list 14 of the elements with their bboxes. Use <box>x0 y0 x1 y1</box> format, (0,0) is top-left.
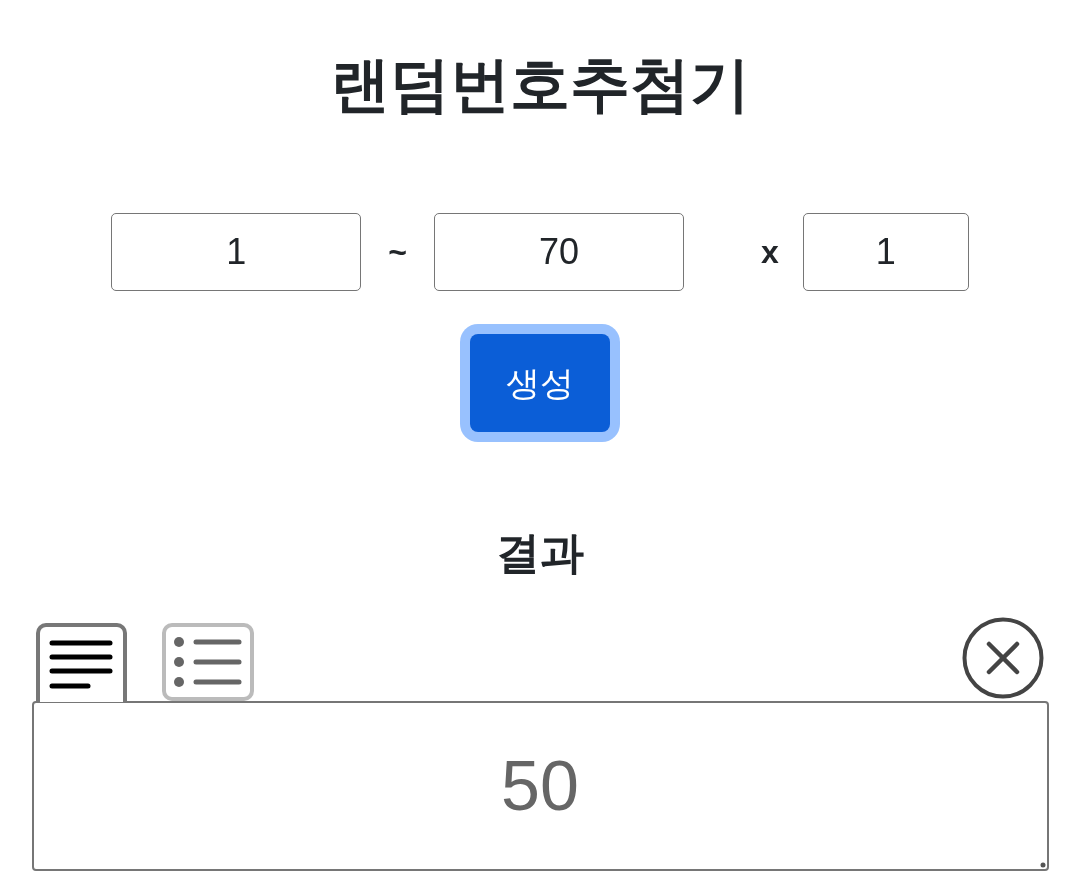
page-title: 랜덤번호추첨기 <box>330 50 750 120</box>
range-separator: ~ <box>388 236 407 268</box>
list-view-tab[interactable] <box>161 623 254 701</box>
count-input[interactable]: 1 <box>802 213 969 291</box>
bullet-list-icon <box>173 637 242 687</box>
clear-button[interactable] <box>961 617 1044 699</box>
close-circle-icon <box>961 617 1044 699</box>
resize-handle-icon <box>1039 862 1046 868</box>
result-heading: 결과 <box>496 527 584 579</box>
max-number-input[interactable]: 70 <box>433 213 684 291</box>
times-sign: x <box>760 236 779 268</box>
result-field[interactable]: 50 <box>31 701 1049 871</box>
min-number-input[interactable]: 1 <box>111 213 362 291</box>
text-view-tab[interactable] <box>35 623 127 702</box>
